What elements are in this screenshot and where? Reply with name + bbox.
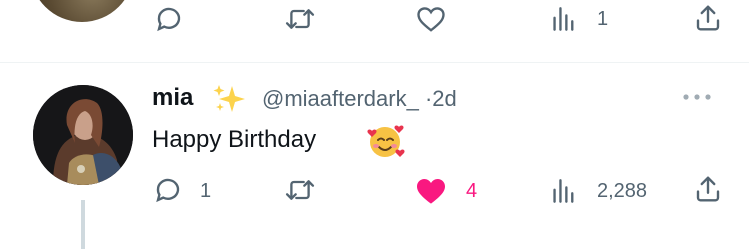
avatar[interactable] xyxy=(33,85,133,185)
like-count: 4 xyxy=(466,180,478,202)
reply-count: 1 xyxy=(200,180,212,202)
share-icon[interactable] xyxy=(693,174,723,204)
views-icon[interactable] xyxy=(551,6,577,32)
user-handle-and-time: @miaafterdark_ ·2d xyxy=(262,86,457,112)
like-icon[interactable] xyxy=(416,5,446,33)
previous-tweet-avatar[interactable] xyxy=(30,0,134,22)
share-icon[interactable] xyxy=(693,3,723,33)
retweet-icon[interactable] xyxy=(284,4,316,34)
views-count: 2,288 xyxy=(597,180,648,202)
views-count: 1 xyxy=(597,8,609,30)
like-filled-icon[interactable] xyxy=(415,176,447,206)
reply-icon[interactable] xyxy=(153,175,183,205)
timestamp[interactable]: 2d xyxy=(432,86,456,111)
thread-line xyxy=(81,200,85,249)
tweet-text: Happy Birthday xyxy=(152,126,317,153)
views-icon[interactable] xyxy=(551,178,577,204)
smiling-face-with-hearts-icon xyxy=(366,121,406,161)
reply-icon[interactable] xyxy=(154,4,184,34)
retweet-icon[interactable] xyxy=(284,175,316,205)
more-options-icon[interactable] xyxy=(680,90,714,104)
sparkles-icon xyxy=(212,84,246,114)
tweet-divider xyxy=(0,62,749,63)
user-handle[interactable]: @miaafterdark_ xyxy=(262,86,419,111)
display-name[interactable]: mia xyxy=(152,84,193,112)
